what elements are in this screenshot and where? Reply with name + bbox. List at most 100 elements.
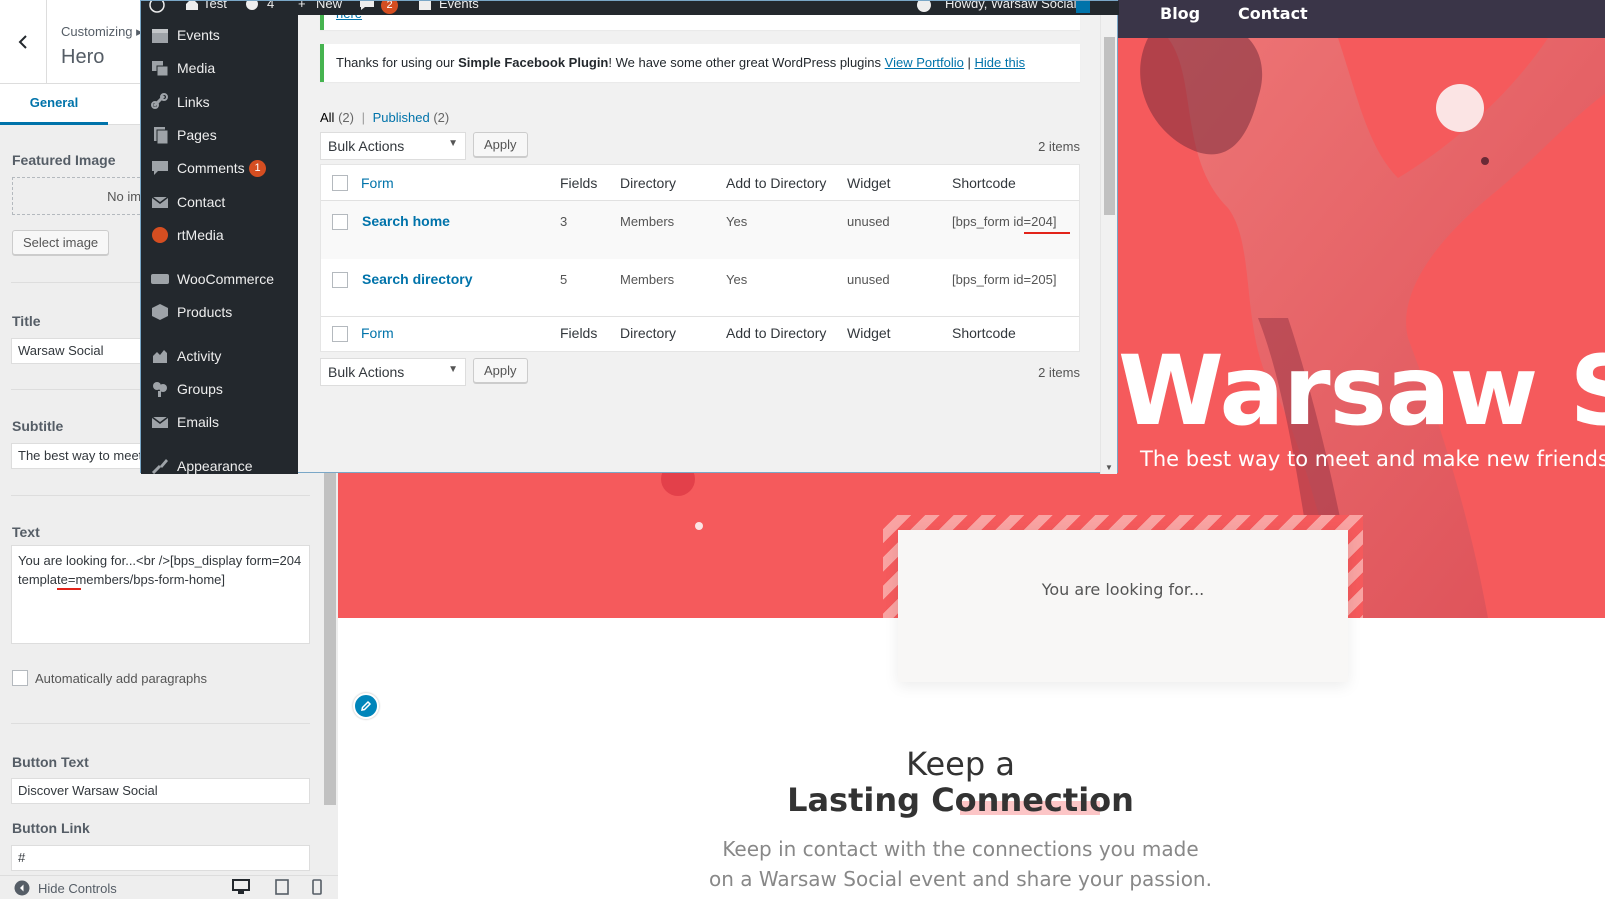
nav-contact[interactable]: Contact [1238,4,1308,23]
row-checkbox[interactable] [332,214,348,230]
section-title: Hero [61,46,105,68]
filter-published[interactable]: Published [373,110,430,125]
admin-bar-updates[interactable]: 4 [267,1,274,11]
user-avatar-icon[interactable] [1075,1,1091,14]
notice-text-mid: ! We have some other great WordPress plu… [608,55,885,70]
notice-plugin-name: Simple Facebook Plugin [458,55,609,70]
sidebar-item-appearance[interactable]: Appearance [141,452,298,474]
sidebar-item-activity[interactable]: Activity [141,342,298,372]
admin-scrollbar-thumb[interactable] [1104,37,1115,215]
shortcode-underline [1024,232,1070,234]
tab-general[interactable]: General [0,84,108,125]
apply-button-top[interactable]: Apply [473,132,528,157]
hide-controls-button[interactable]: Hide Controls [14,880,117,896]
select-all-checkbox[interactable] [332,175,348,191]
sidebar-item-label: Activity [177,348,222,364]
bulk-actions-select-top[interactable]: Bulk Actions ▼ [320,132,466,160]
previous-notice: here [320,15,1080,30]
row-fields: 3 [560,214,568,229]
plugin-notice: Thanks for using our Simple Facebook Plu… [320,44,1080,82]
items-count-top: 2 items [1038,139,1080,154]
subtitle-label: Subtitle [12,418,64,434]
sidebar-item-label: Events [177,27,220,43]
col-fields-bottom: Fields [560,325,598,341]
calendar-icon [150,25,170,45]
col-form[interactable]: Form [361,175,394,191]
rtmedia-icon [150,225,170,245]
section-heading-line2: Lasting Connection [787,781,1134,819]
section-body-line1: Keep in contact with the connections you… [722,837,1199,861]
sidebar-item-woocommerce[interactable]: WooCommerce [141,265,298,295]
hide-this-link[interactable]: Hide this [975,55,1026,70]
events-icon [419,1,431,10]
nav-blog[interactable]: Blog [1160,4,1200,23]
auto-paragraphs-checkbox[interactable] [12,670,28,686]
sidebar-item-comments[interactable]: Comments 1 [141,154,298,184]
tablet-preview-icon[interactable] [275,879,289,895]
back-button[interactable] [0,0,47,84]
sidebar-item-products[interactable]: Products [141,298,298,328]
sidebar-item-emails[interactable]: Emails [141,408,298,438]
table-row: Search directory 5 Members Yes unused [b… [321,259,1079,317]
filter-all-count: (2) [338,110,354,125]
sidebar-item-events[interactable]: Events [141,21,298,51]
row-add: Yes [726,214,748,229]
sidebar-item-label: Groups [177,381,223,397]
bulk-actions-select-bottom[interactable]: Bulk Actions ▼ [320,358,466,386]
filter-all[interactable]: All [320,110,334,125]
button-link-field[interactable]: # [11,845,310,871]
section-body-line2: on a Warsaw Social event and share your … [709,867,1212,891]
edit-shortcut-pencil-icon[interactable] [353,693,379,719]
select-arrow-icon: ▼ [448,138,458,149]
sidebar-item-groups[interactable]: Groups [141,375,298,405]
help-icon[interactable] [916,1,932,13]
status-filters: All (2) | Published (2) [320,110,449,125]
collapse-icon [14,880,30,896]
search-card: You are looking for... [898,530,1348,682]
row-shortcode: [bps_form id=204] [952,214,1057,229]
row-checkbox[interactable] [332,272,348,288]
sidebar-item-links[interactable]: Links [141,88,298,118]
sidebar-item-media[interactable]: Media [141,54,298,84]
admin-scrollbar[interactable]: ▼ [1100,15,1117,474]
scroll-down-icon[interactable]: ▼ [1105,463,1113,472]
sidebar-item-rtmedia[interactable]: rtMedia [141,221,298,251]
text-field[interactable]: You are looking for...<br />[bps_display… [11,545,310,644]
admin-bar-new[interactable]: New [316,1,342,11]
mobile-preview-icon[interactable] [312,879,322,895]
comment-icon [150,158,170,178]
title-label: Title [12,313,41,329]
button-text-field[interactable]: Discover Warsaw Social [11,778,310,804]
sidebar-item-label: Emails [177,414,220,430]
sidebar-item-pages[interactable]: Pages [141,121,298,151]
col-add-to-directory: Add to Directory [726,175,827,191]
hide-controls-label: Hide Controls [38,880,117,896]
col-form-bottom[interactable]: Form [361,325,394,341]
box-icon [150,302,170,322]
admin-bar-site[interactable]: Test [203,1,227,11]
desktop-preview-icon[interactable] [232,879,250,895]
brush-icon [150,456,170,474]
previous-notice-link[interactable]: here [336,15,362,21]
wordpress-logo-icon[interactable] [149,1,165,13]
sidebar-item-label: Media [177,60,216,76]
select-all-checkbox-bottom[interactable] [332,326,348,342]
apply-button-bottom[interactable]: Apply [473,358,528,383]
sidebar-item-label: Links [177,94,210,110]
hero-title: Warsaw Social [1118,335,1605,447]
table-footer: Form Fields Directory Add to Directory W… [321,317,1079,351]
select-image-button[interactable]: Select image [12,230,110,255]
sidebar-item-contact[interactable]: Contact [141,188,298,218]
admin-bar-events[interactable]: Events [439,1,479,11]
view-portfolio-link[interactable]: View Portfolio [885,55,964,70]
notice-text-pre: Thanks for using our [336,55,459,70]
admin-bar-howdy[interactable]: Howdy, Warsaw Social [945,1,1076,11]
row-form-name[interactable]: Search directory [362,271,473,287]
col-widget: Widget [847,175,891,191]
admin-bar-comments-badge[interactable]: 2 [381,1,398,14]
row-shortcode: [bps_form id=205] [952,272,1057,287]
row-form-name[interactable]: Search home [362,213,450,229]
comments-count-badge: 1 [249,160,266,177]
col-fields: Fields [560,175,598,191]
pages-icon [150,125,170,145]
